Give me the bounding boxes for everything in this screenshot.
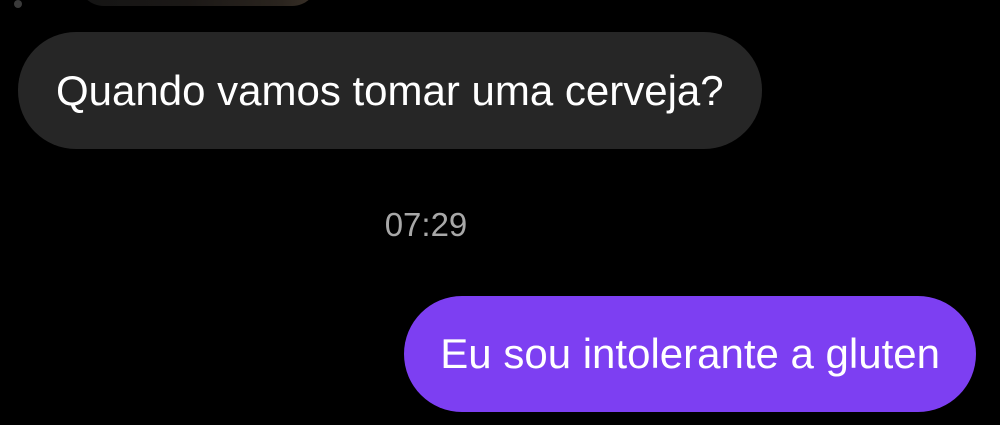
message-timestamp: 07:29 (384, 206, 468, 243)
outgoing-message-bubble[interactable]: Eu sou intolerante a gluten (404, 296, 976, 412)
previous-media-message[interactable] (78, 0, 318, 6)
thread-indicator-dot (14, 0, 22, 8)
chat-thread: Quando vamos tomar uma cerveja? 07:29 Eu… (0, 0, 1000, 425)
incoming-message-bubble[interactable]: Quando vamos tomar uma cerveja? (18, 32, 762, 149)
